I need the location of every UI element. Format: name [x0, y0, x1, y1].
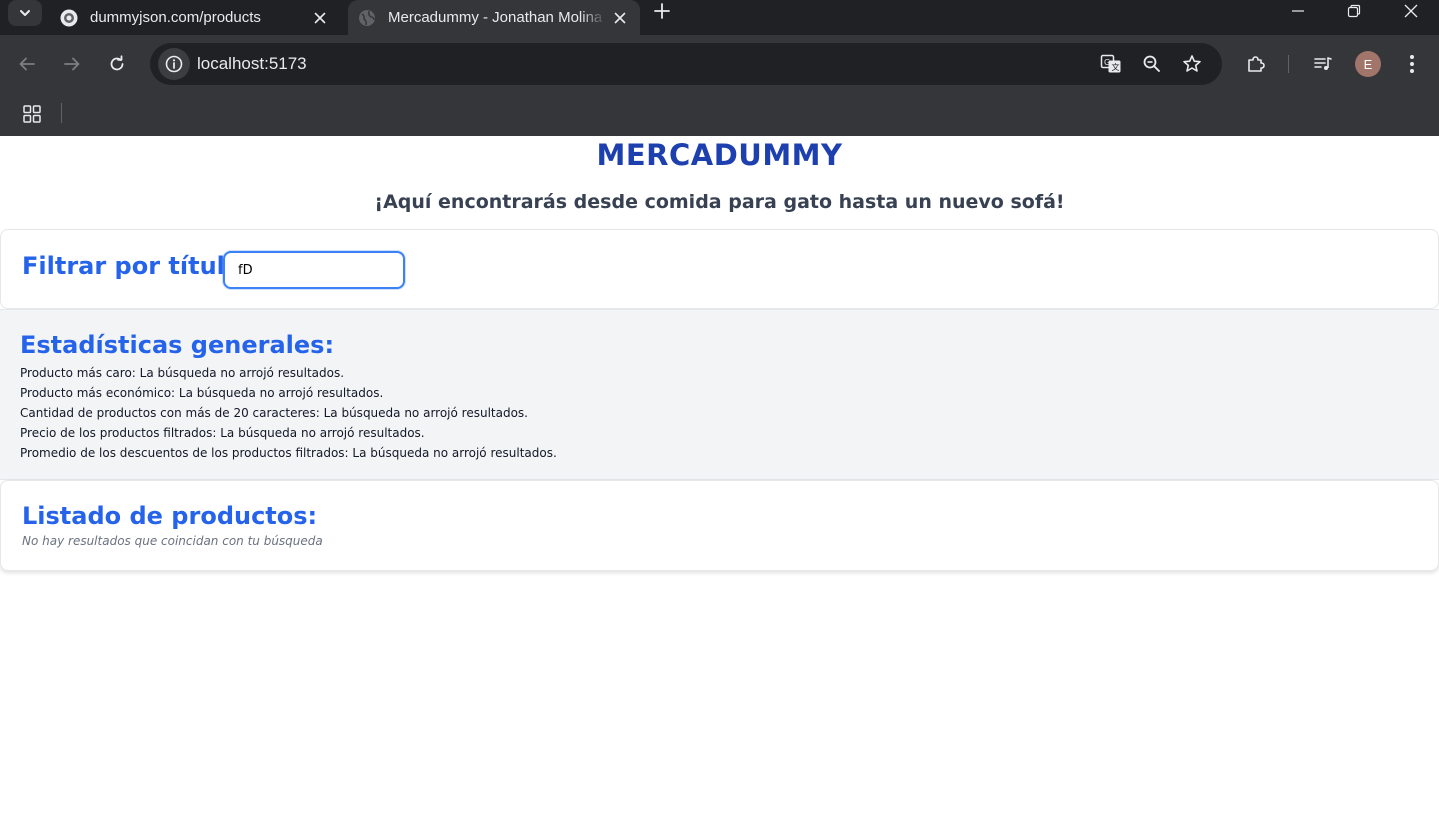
translate-button[interactable]: G文 [1098, 51, 1124, 77]
minimize-button[interactable] [1270, 0, 1326, 22]
close-tab-button[interactable] [306, 4, 334, 32]
stats-section: Estadísticas generales: Producto más car… [0, 309, 1439, 480]
queue-music-icon [1314, 57, 1332, 70]
stat-most-expensive: Producto más caro: La búsqueda no arrojó… [20, 366, 345, 380]
reload-button[interactable] [100, 47, 134, 81]
address-bar[interactable]: localhost:5173 G文 [150, 43, 1222, 85]
stats-heading: Estadísticas generales: [20, 331, 335, 359]
plus-icon [654, 3, 670, 19]
arrow-right-icon [64, 57, 80, 71]
close-icon [1404, 4, 1418, 18]
arrow-left-icon [19, 57, 35, 71]
reload-icon [110, 55, 124, 71]
bookmarks-bar [0, 93, 1439, 136]
tab-mercadummy[interactable]: Mercadummy - Jonathan Molina [348, 0, 640, 35]
title-filter-input[interactable] [223, 251, 405, 289]
svg-text:文: 文 [1112, 62, 1120, 72]
filter-label: Filtrar por título: [22, 252, 251, 280]
browser-toolbar: localhost:5173 G文 E [0, 35, 1439, 93]
star-icon [1183, 55, 1201, 72]
profile-avatar[interactable]: E [1355, 51, 1381, 77]
stat-cheapest: Producto más económico: La búsqueda no a… [20, 386, 384, 400]
info-icon [165, 55, 183, 73]
new-tab-button[interactable] [648, 0, 676, 22]
page-title: MERCADUMMY [596, 138, 843, 172]
apps-grid-icon [23, 105, 41, 123]
media-controls-button[interactable] [1306, 47, 1340, 81]
restore-icon [1347, 4, 1361, 18]
stat-average-discount: Promedio de los descuentos de los produc… [20, 446, 557, 460]
stats-list: Producto más caro: La búsqueda no arrojó… [20, 363, 557, 463]
stat-long-titles-count: Cantidad de productos con más de 20 cara… [20, 406, 528, 420]
close-icon [614, 12, 626, 23]
apps-button[interactable] [18, 100, 46, 128]
forward-button[interactable] [55, 47, 89, 81]
dummyjson-favicon-icon [60, 9, 78, 26]
tab-dummyjson[interactable]: dummyjson.com/products [50, 0, 340, 35]
translate-icon: G文 [1100, 54, 1121, 73]
page-content: MERCADUMMY ¡Aquí encontrarás desde comid… [0, 136, 1439, 814]
bookmark-star-button[interactable] [1179, 51, 1205, 77]
svg-text:G: G [1104, 58, 1110, 67]
bookmarks-divider [61, 103, 62, 123]
more-vertical-icon [1410, 55, 1414, 73]
close-icon [314, 12, 326, 23]
puzzle-icon [1248, 56, 1265, 72]
minimize-icon [1292, 10, 1304, 12]
site-info-button[interactable] [158, 48, 190, 80]
zoom-out-icon [1143, 55, 1160, 72]
browser-menu-button[interactable] [1395, 47, 1429, 81]
products-section: Listado de productos: No hay resultados … [0, 480, 1439, 571]
stat-filtered-price: Precio de los productos filtrados: La bú… [20, 426, 425, 440]
empty-results-message: No hay resultados que coincidan con tu b… [22, 534, 323, 548]
globe-icon [359, 9, 375, 26]
back-button[interactable] [10, 47, 44, 81]
tab-strip: dummyjson.com/products Mercadummy - Jona… [0, 0, 1439, 35]
close-window-button[interactable] [1383, 0, 1439, 22]
filter-section: Filtrar por título: [0, 229, 1439, 309]
products-heading: Listado de productos: [22, 502, 318, 530]
restore-button[interactable] [1326, 0, 1382, 22]
chevron-down-icon [20, 10, 30, 16]
close-tab-button[interactable] [606, 4, 634, 32]
tab-title: Mercadummy - Jonathan Molina [388, 9, 603, 26]
tab-title: dummyjson.com/products [90, 9, 261, 26]
page-subtitle: ¡Aquí encontrarás desde comida para gato… [374, 191, 1065, 213]
tab-search-button[interactable] [8, 0, 42, 26]
url-text[interactable]: localhost:5173 [197, 54, 307, 74]
toolbar-divider [1288, 55, 1289, 73]
zoom-button[interactable] [1139, 51, 1165, 77]
extensions-button[interactable] [1239, 47, 1273, 81]
